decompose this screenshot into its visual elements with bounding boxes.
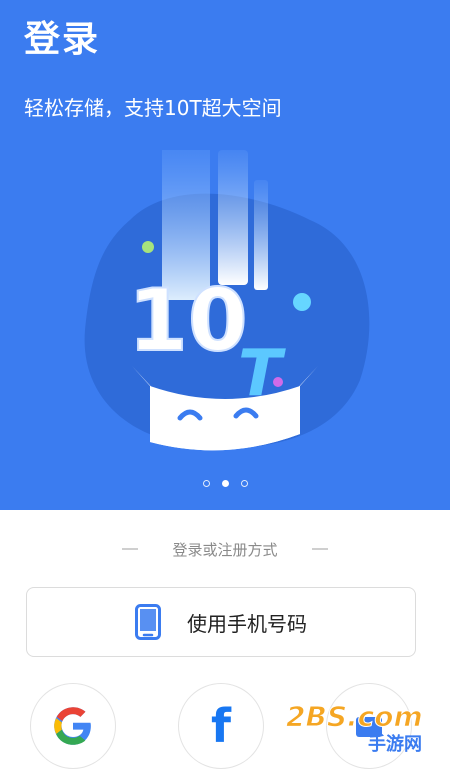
svg-text:2BS.com: 2BS.com: [286, 700, 423, 733]
hero-banner: 登录 轻松存储，支持10T超大空间 10 T: [0, 0, 450, 510]
carousel-dot[interactable]: [202, 480, 210, 487]
divider-text: 登录或注册方式: [172, 540, 278, 559]
decor-dot: [293, 293, 311, 311]
svg-text:手游网: 手游网: [368, 733, 422, 755]
facebook-icon: f: [210, 699, 231, 753]
facebook-login-button[interactable]: f: [178, 683, 264, 769]
decor-dot: [142, 241, 154, 253]
phone-login-button[interactable]: 使用手机号码: [26, 587, 416, 657]
storage-illustration: 10 T: [84, 150, 370, 451]
carousel-dot[interactable]: [240, 480, 248, 487]
google-icon: [54, 707, 91, 745]
phone-login-label: 使用手机号码: [187, 611, 307, 636]
big-10-text: 10: [128, 271, 248, 371]
light-beam: [254, 180, 268, 290]
divider-line: [122, 548, 139, 550]
login-divider: 登录或注册方式: [0, 535, 450, 563]
carousel-dot-active[interactable]: [221, 480, 229, 487]
page-title: 登录: [24, 19, 101, 60]
phone-icon: [135, 604, 161, 640]
page-subtitle: 轻松存储，支持10T超大空间: [24, 96, 282, 120]
watermark-logo: 2BS.com 手游网: [286, 700, 424, 756]
divider-line: [311, 548, 328, 550]
carousel-indicator: [0, 480, 450, 487]
light-beam: [218, 150, 248, 285]
google-login-button[interactable]: [30, 683, 116, 769]
